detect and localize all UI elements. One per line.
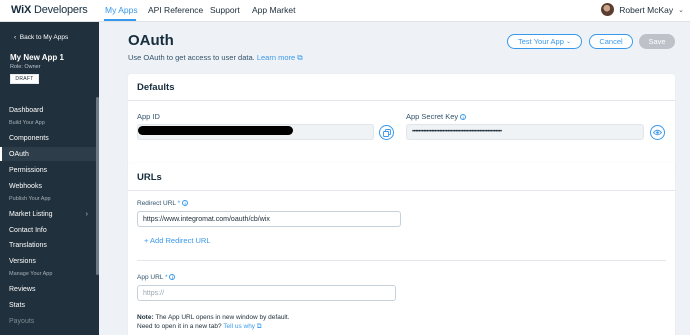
nav-api-reference[interactable]: API Reference [148,5,203,15]
avatar [601,3,615,16]
test-your-app-button[interactable]: Test Your App ⌄ [507,34,582,49]
subtitle-text: Use OAuth to get access to user data. [128,53,255,62]
chevron-down-icon: ⌄ [678,6,684,14]
sidebar-item-reviews[interactable]: Reviews [0,282,97,296]
app-secret-key-label: App Secret Key i [406,112,467,121]
defaults-card: Defaults App ID App Secret Key i ••••••••… [128,74,675,172]
defaults-title: Defaults [137,82,175,93]
note-label: Note: [137,314,154,321]
nav-app-market[interactable]: App Market [252,5,295,15]
required-marker: * [164,274,168,281]
note-line-2: Need to open it in a new tab? [137,323,222,330]
section-manage-your-app: Manage Your App [9,271,53,277]
eye-icon [653,129,662,136]
tell-us-why-label: Tell us why [223,323,256,330]
info-icon[interactable]: i [169,274,176,281]
chevron-right-icon: › [85,210,88,218]
sidebar-item-dashboard[interactable]: Dashboard [0,103,97,117]
sidebar-item-contact-info[interactable]: Contact Info [0,223,97,237]
logo-developers: Developers [33,4,88,16]
market-listing-label: Market Listing [9,210,53,218]
user-menu[interactable]: Robert McKay ⌄ [601,3,684,16]
sidebar-item-versions[interactable]: Versions [0,254,97,268]
section-publish-your-app: Publish Your App [9,196,51,202]
add-redirect-url-link[interactable]: + Add Redirect URL [144,236,211,245]
back-to-my-apps-link[interactable]: ‹ Back to My Apps [14,34,68,41]
copy-icon [382,128,391,137]
divider [137,260,666,261]
logo-wix: WiX [11,4,32,16]
tell-us-why-link[interactable]: Tell us why ⧉ [223,323,261,330]
chevron-down-icon: ⌄ [565,39,571,45]
app-url-label: App URL * i [137,274,176,281]
divider [128,100,675,101]
nav-my-apps[interactable]: My Apps [105,5,138,15]
app-secret-label-text: App Secret Key [406,112,459,121]
note-line-1: The App URL opens in new window by defau… [155,314,290,321]
active-nav-indicator [104,19,136,21]
app-name: My New App 1 [10,53,64,62]
status-badge: DRAFT [10,74,39,84]
redirect-url-input[interactable]: https://www.integromat.com/oauth/cb/wix [137,211,401,227]
copy-app-id-button[interactable] [379,125,394,140]
sidebar-item-stats[interactable]: Stats [0,298,97,312]
sidebar-item-oauth[interactable]: OAuth [0,147,97,161]
divider [128,190,675,191]
redaction-mark [138,126,293,135]
chevron-left-icon: ‹ [14,34,17,41]
page-title: OAuth [128,32,174,49]
info-icon[interactable]: i [182,200,189,207]
back-label: Back to My Apps [19,34,69,41]
info-icon[interactable]: i [460,114,467,121]
main-content: OAuth Use OAuth to get access to user da… [99,22,690,335]
save-button[interactable]: Save [639,34,675,49]
app-url-label-text: App URL [137,274,164,281]
required-marker: * [177,200,181,207]
app-secret-key-field[interactable]: ••••••••••••••••••••••••••••••••••••••••… [406,124,644,140]
reveal-secret-button[interactable] [650,125,665,140]
redirect-url-label: Redirect URL * i [137,200,189,207]
page-subtitle: Use OAuth to get access to user data. Le… [128,53,303,63]
section-build-your-app: Build Your App [9,120,45,126]
app-url-input[interactable]: https:// [137,285,396,301]
sidebar-item-components[interactable]: Components [0,131,97,145]
sidebar-item-translations[interactable]: Translations [0,238,97,252]
urls-title: URLs [137,172,162,183]
sidebar-item-permissions[interactable]: Permissions [0,163,97,177]
cancel-button[interactable]: Cancel [589,34,633,49]
urls-card: URLs Redirect URL * i https://www.integro… [128,163,675,335]
test-button-label: Test Your App [518,37,564,46]
external-link-icon: ⧉ [256,323,262,330]
app-role: Role: Owner [10,64,41,70]
user-name: Robert McKay [619,4,674,15]
sidebar-item-payouts[interactable]: Payouts [0,314,97,328]
sidebar-item-webhooks[interactable]: Webhooks [0,179,97,193]
sidebar: ‹ Back to My Apps My New App 1 Role: Own… [0,22,99,335]
sidebar-item-market-listing[interactable]: Market Listing › [0,207,97,221]
learn-more-label: Learn more [256,53,296,62]
top-navigation-bar: WiX Developers My Apps API Reference Sup… [0,0,690,22]
learn-more-link[interactable]: Learn more ⧉ [257,53,303,62]
wix-developers-logo[interactable]: WiX Developers [11,4,88,16]
external-link-icon: ⧉ [297,53,303,62]
app-url-note: Note: The App URL opens in new window by… [137,313,290,331]
nav-support[interactable]: Support [210,5,240,15]
app-id-label: App ID [137,112,160,121]
redirect-label-text: Redirect URL [137,200,176,207]
